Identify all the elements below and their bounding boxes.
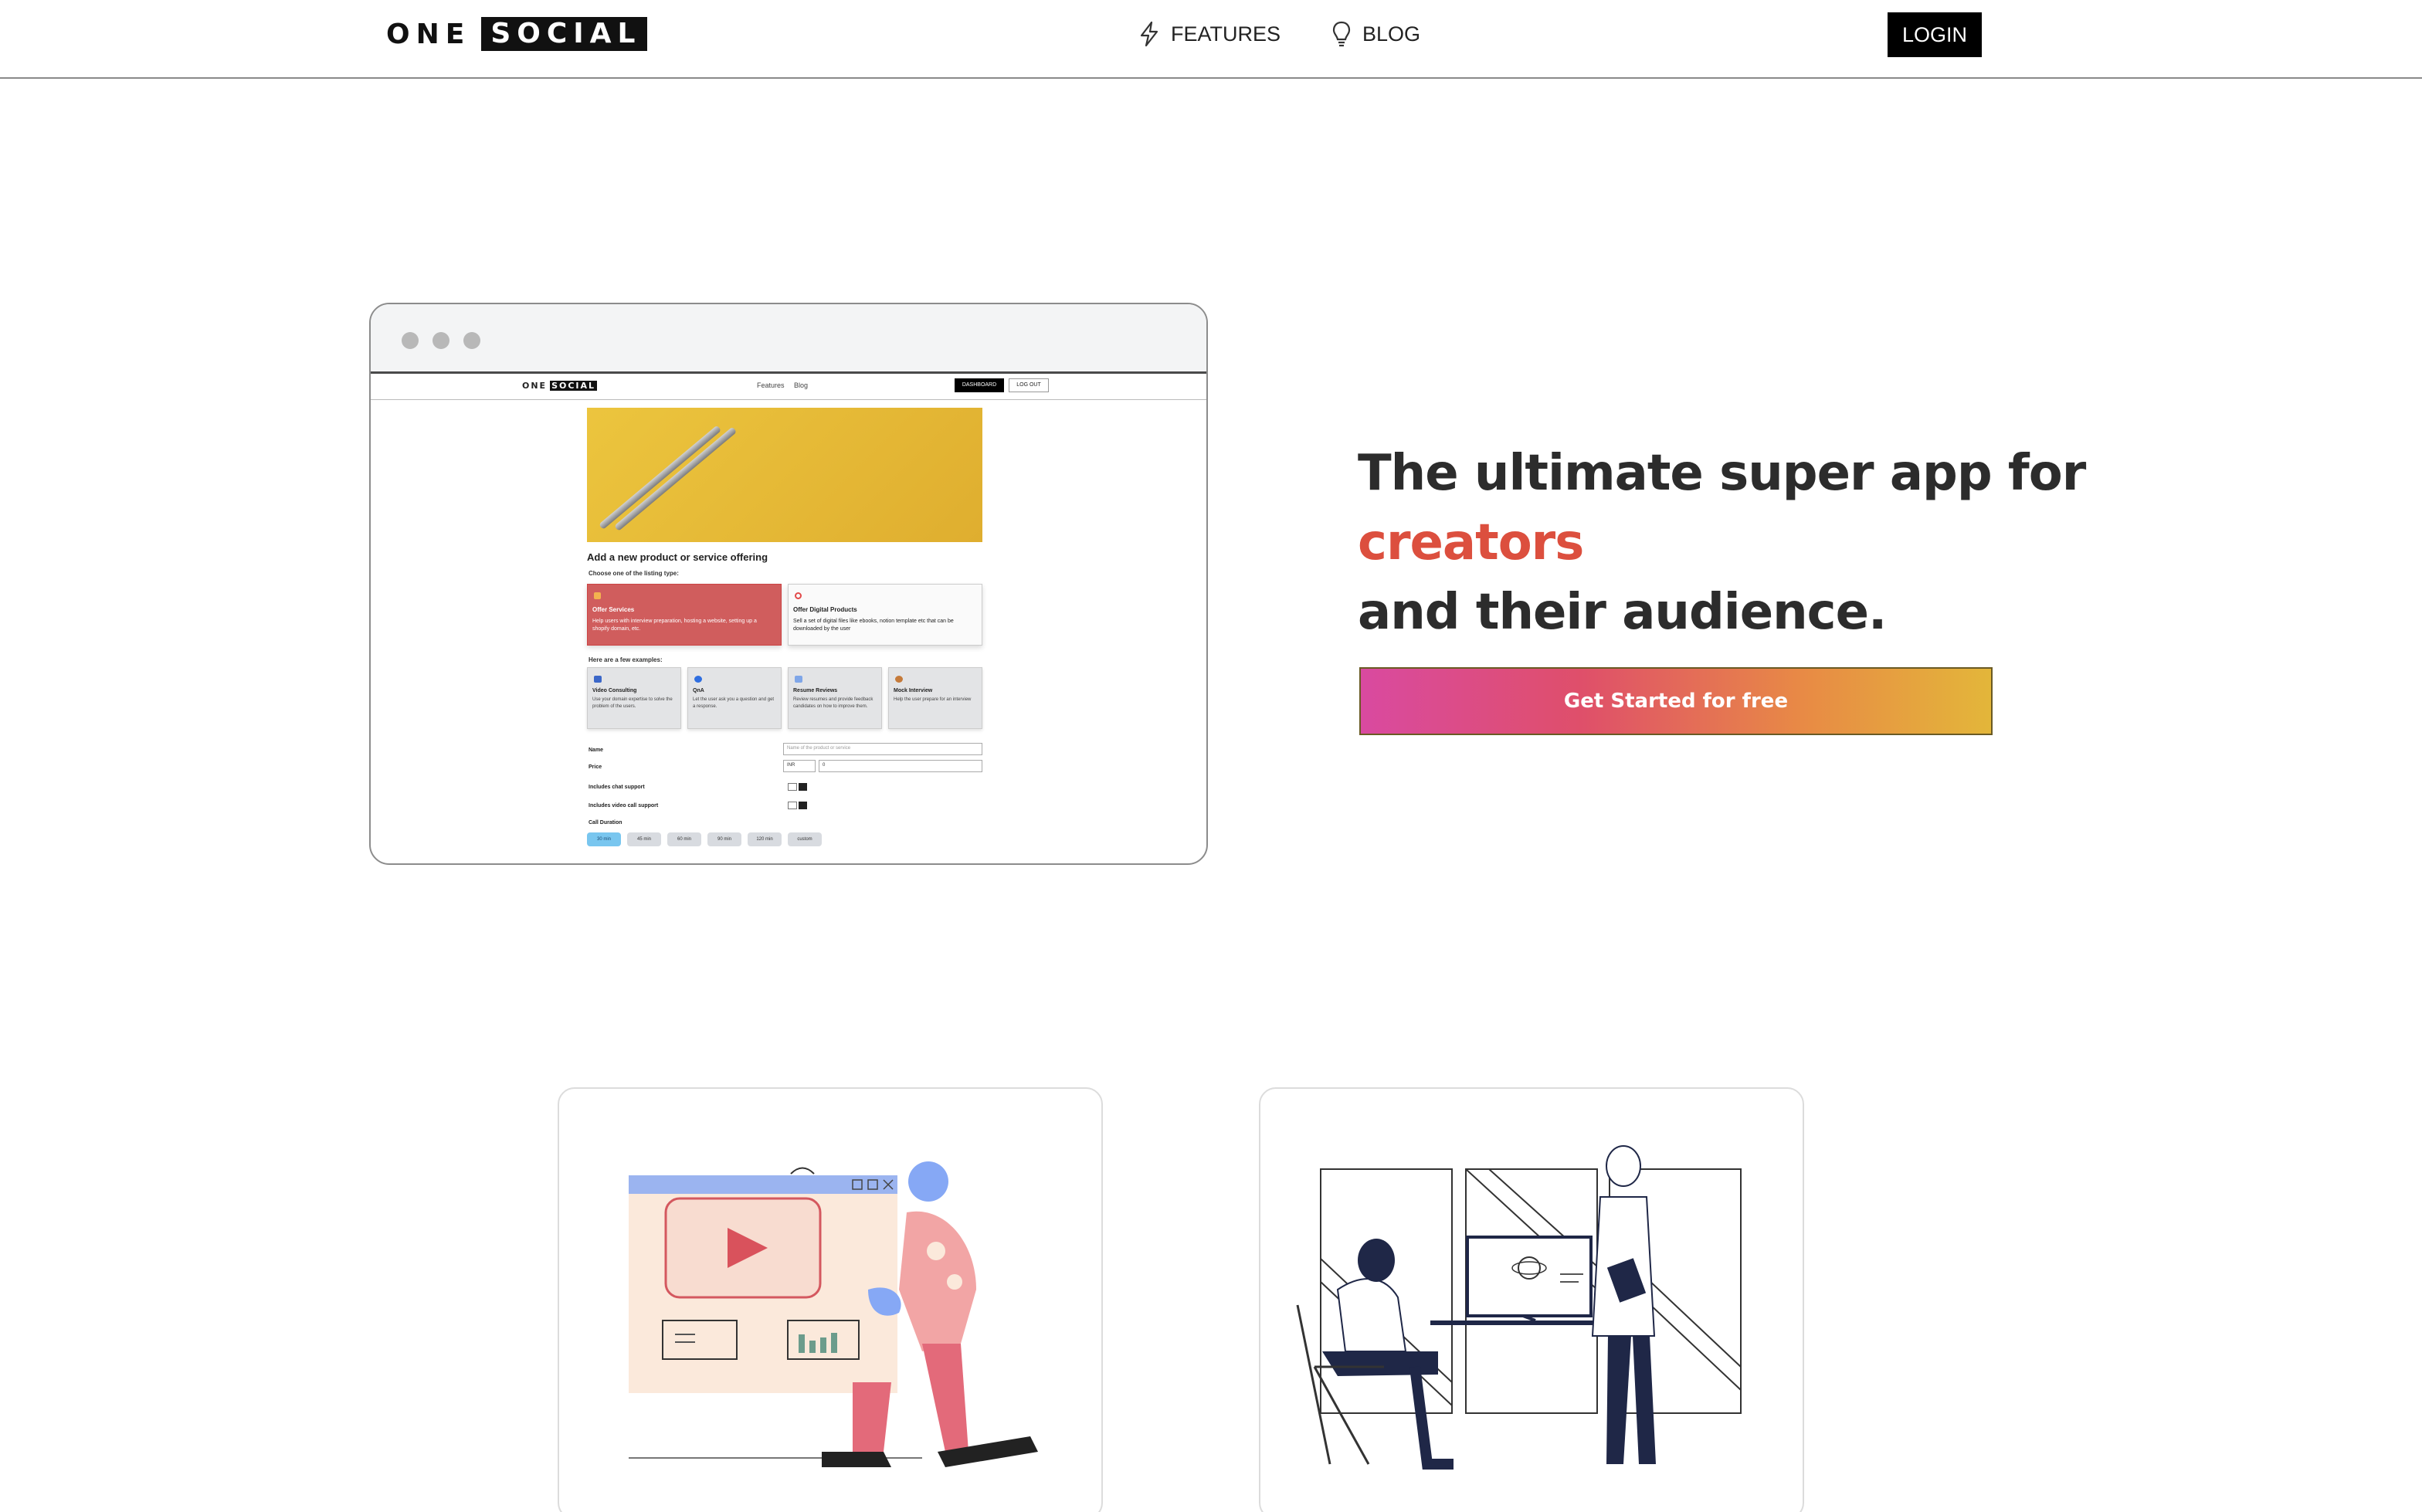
window-dot xyxy=(432,332,449,349)
mockup-features-link: Features xyxy=(757,381,785,389)
mockup-page: ONE SOCIAL Features Blog DASHBOARD LOG O… xyxy=(371,374,1206,863)
nav-blog-label: BLOG xyxy=(1362,22,1421,46)
nav-features-label: FEATURES xyxy=(1171,22,1281,46)
example-title: Resume Reviews xyxy=(793,688,838,693)
tech-workspace-illustration xyxy=(1296,1145,1742,1470)
mockup-logout-button: LOG OUT xyxy=(1009,378,1049,392)
example-desc: Help the user prepare for an interview xyxy=(894,697,972,702)
mockup-examples-label: Here are a few examples: xyxy=(589,656,663,663)
get-started-button[interactable]: Get Started for free xyxy=(1359,667,1993,735)
hero-title-line3: and their audience. xyxy=(1358,584,1887,641)
mockup-example-card: Resume Reviews Review resumes and provid… xyxy=(788,667,882,729)
mockup-heading: Add a new product or service offering xyxy=(587,551,768,563)
logo[interactable]: ONE SOCIAL xyxy=(386,17,648,51)
mockup-name-input: Name of the product or service xyxy=(783,743,982,755)
offer-services-title: Offer Services xyxy=(592,606,635,613)
example-desc: Let the user ask you a question and get … xyxy=(693,697,775,709)
mockup-chat-toggle xyxy=(788,783,807,791)
mockup-example-card: Mock Interview Help the user prepare for… xyxy=(888,667,982,729)
mockup-offer-digital-card: Offer Digital Products Sell a set of dig… xyxy=(788,584,982,646)
nav-features-link[interactable]: FEATURES xyxy=(1138,19,1281,49)
mockup-duration-option: 60 min xyxy=(667,832,701,846)
hero-title-accent: creators xyxy=(1358,514,1584,571)
mockup-duration-option: 120 min xyxy=(748,832,782,846)
pencil-graphic xyxy=(599,425,722,530)
person-icon xyxy=(895,676,903,683)
logo-social: SOCIAL xyxy=(481,17,648,51)
video-creator-illustration xyxy=(629,1161,1038,1467)
mockup-name-label: Name xyxy=(589,748,604,753)
chat-icon xyxy=(694,676,702,683)
window-dot xyxy=(463,332,480,349)
top-navigation: ONE SOCIAL FEATURES BLOG LOGIN xyxy=(0,0,2422,79)
lightbulb-icon xyxy=(1332,21,1351,47)
mockup-blog-link: Blog xyxy=(794,381,809,389)
hero-title: The ultimate super app for creators and … xyxy=(1358,439,2086,647)
mockup-navigation: ONE SOCIAL Features Blog DASHBOARD LOG O… xyxy=(371,374,1206,400)
feature-card-video xyxy=(558,1087,1103,1512)
briefcase-icon xyxy=(594,592,601,599)
example-title: Mock Interview xyxy=(894,688,933,693)
mockup-duration-option: 45 min xyxy=(627,832,661,846)
laptop-icon xyxy=(594,676,602,683)
example-desc: Use your domain expertise to solve the p… xyxy=(592,697,673,709)
mockup-logo: ONE SOCIAL xyxy=(522,381,598,391)
hero-title-line1: The ultimate super app for xyxy=(1358,445,2086,502)
mockup-example-card: QnA Let the user ask you a question and … xyxy=(687,667,782,729)
mockup-duration-label: Call Duration xyxy=(589,820,622,825)
mockup-duration-option: 30 min xyxy=(587,832,621,846)
bolt-icon xyxy=(1140,21,1158,47)
login-button[interactable]: LOGIN xyxy=(1888,12,1982,57)
download-icon xyxy=(795,592,802,599)
mockup-example-card: Video Consulting Use your domain experti… xyxy=(587,667,681,729)
feature-card-tech xyxy=(1259,1087,1804,1512)
window-dot xyxy=(402,332,419,349)
app-preview-mockup: ONE SOCIAL Features Blog DASHBOARD LOG O… xyxy=(369,303,1208,865)
mockup-offer-services-card: Offer Services Help users with interview… xyxy=(587,584,782,646)
mockup-window-bar xyxy=(371,304,1206,374)
mockup-logo-social: SOCIAL xyxy=(550,381,598,391)
mockup-duration-option: custom xyxy=(788,832,822,846)
mockup-currency-select: INR xyxy=(783,760,816,772)
offer-digital-desc: Sell a set of digital files like ebooks,… xyxy=(793,619,954,632)
mockup-price-label: Price xyxy=(589,764,602,770)
mockup-choose-label: Choose one of the listing type: xyxy=(589,570,679,577)
mockup-video-label: Includes video call support xyxy=(589,803,659,809)
mockup-duration-option: 90 min xyxy=(707,832,741,846)
mockup-dashboard-button: DASHBOARD xyxy=(955,378,1004,392)
example-desc: Review resumes and provide feedback cand… xyxy=(793,697,873,709)
example-title: QnA xyxy=(693,688,704,693)
offer-digital-title: Offer Digital Products xyxy=(793,606,857,613)
mockup-banner-image xyxy=(587,408,982,542)
offer-services-desc: Help users with interview preparation, h… xyxy=(592,619,757,632)
mockup-price-input: 0 xyxy=(819,760,982,772)
mockup-logo-one: ONE xyxy=(522,381,548,391)
pencil-graphic xyxy=(614,426,738,531)
nav-blog-link[interactable]: BLOG xyxy=(1331,19,1420,49)
document-icon xyxy=(795,676,802,683)
mockup-video-toggle xyxy=(788,802,807,809)
mockup-chat-label: Includes chat support xyxy=(589,785,645,790)
example-title: Video Consulting xyxy=(592,688,637,693)
logo-one: ONE xyxy=(386,18,471,50)
